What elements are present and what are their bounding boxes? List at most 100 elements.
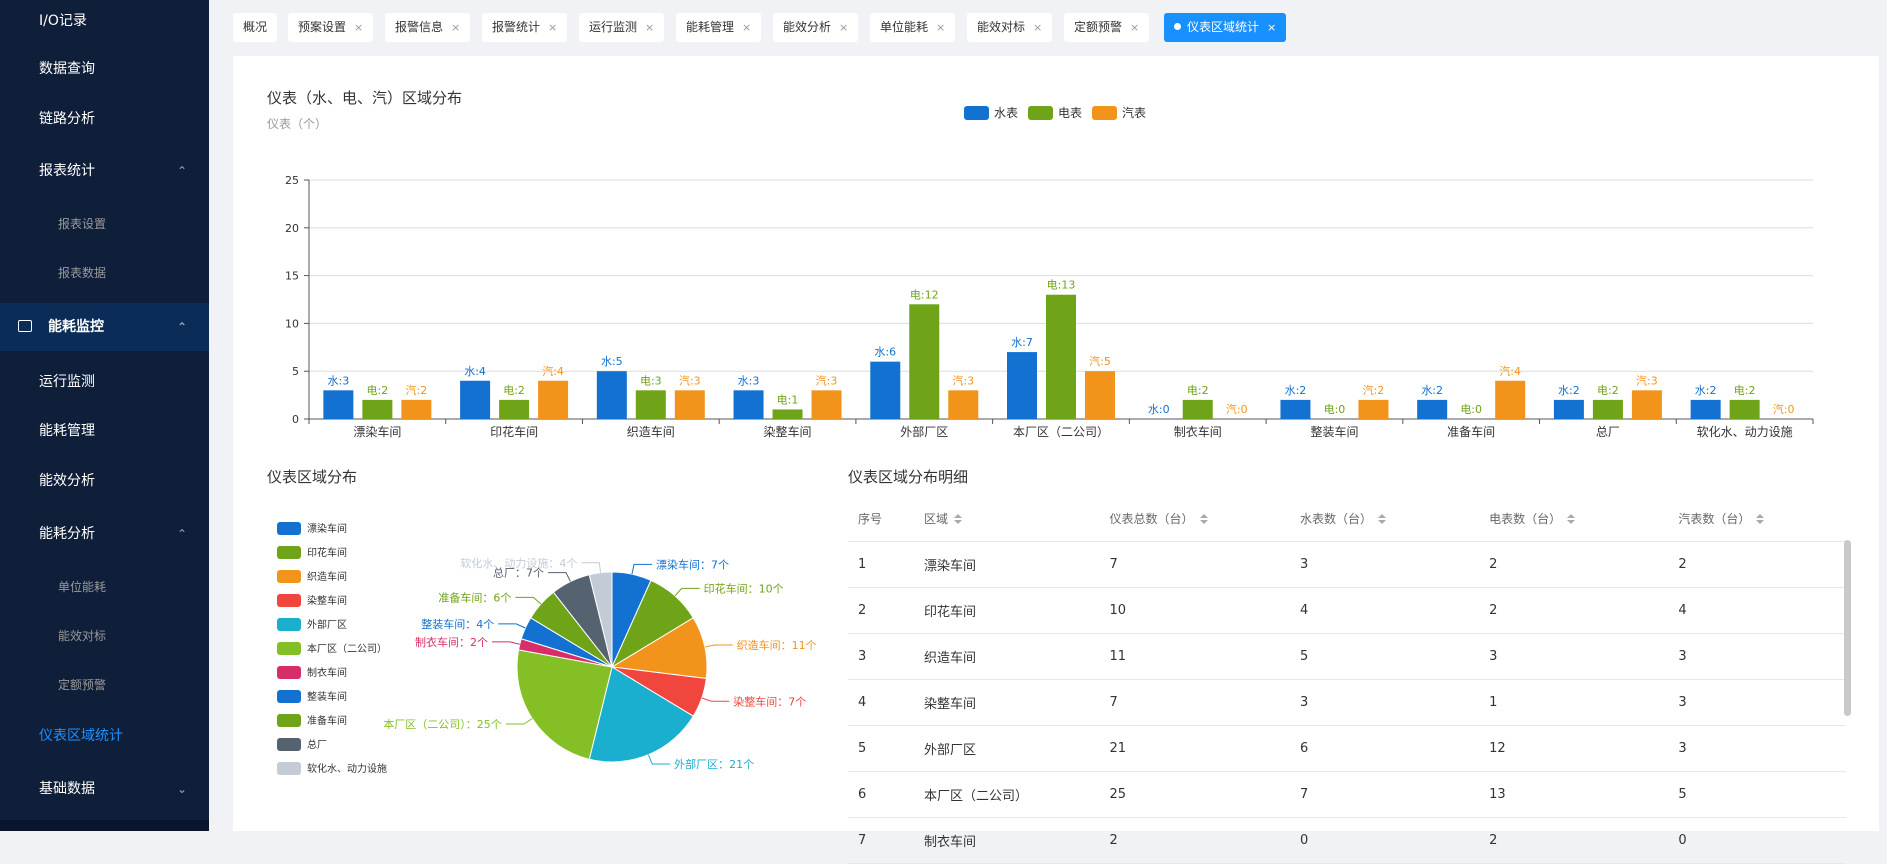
column-header-label: 水表数（台） [1300,511,1373,526]
bar[interactable] [460,380,491,419]
bar[interactable] [674,390,705,419]
y-tick-label: 10 [285,317,299,330]
bar[interactable] [499,399,530,419]
pie-chart-legend[interactable]: 漂染车间 印花车间 织造车间 染整车间 外部厂区 本厂区（二公司） 制衣车间 整装车间 准备车间… [277,522,387,786]
bar-data-label: 汽:2 [406,383,428,397]
bar[interactable] [870,361,901,419]
bar[interactable] [635,390,666,419]
bar[interactable] [596,371,627,419]
bar[interactable] [1007,352,1037,419]
sidebar-item-label: 单位能耗 [58,580,107,594]
table-row[interactable]: 7 制衣车间 2 0 2 0 [848,817,1846,864]
column-header[interactable]: 汽表数（台） [1668,495,1846,542]
bar[interactable] [401,399,432,419]
legend-item[interactable]: 准备车间 [277,714,387,738]
column-header[interactable]: 区域 [914,495,1100,542]
legend-swatch [277,618,301,631]
bar[interactable] [323,390,354,419]
legend-item[interactable]: 漂染车间 [277,522,387,546]
bar[interactable] [1553,399,1584,419]
bar[interactable] [1085,371,1115,419]
bar[interactable] [1690,399,1721,419]
bar-data-label: 电:0 [1460,403,1482,416]
table-cell: 1 [1479,679,1669,726]
table-cell: 漂染车间 [914,541,1100,588]
bar[interactable] [772,409,803,419]
bar[interactable] [1631,390,1662,419]
bar[interactable] [1182,399,1213,419]
legend-item[interactable]: 总厂 [277,738,387,762]
legend-item[interactable]: 整装车间 [277,690,387,714]
pie-chart: 漂染车间：7个印花车间：10个织造车间：11个染整车间：7个外部厂区：21个 本厂… [383,556,816,771]
table-title: 仪表区域分布明细 [848,468,969,486]
bar-data-label: 水:0 [1148,403,1170,416]
table-cell: 6 [1290,725,1480,772]
table-row[interactable]: 6 本厂区（二公司） 25 7 13 5 [848,771,1846,818]
sidebar-item-label: 仪表区域统计 [39,728,123,744]
bar[interactable] [1046,294,1076,419]
column-header[interactable]: 电表数（台） [1479,495,1669,542]
legend-label: 总厂 [307,740,327,751]
table-cell: 3 [1668,633,1846,680]
bar[interactable] [1729,399,1760,419]
sidebar-item[interactable]: 单位能耗 [0,563,209,611]
sort-icon[interactable] [1378,514,1387,524]
legend-item[interactable]: 织造车间 [277,570,387,594]
sidebar-item[interactable]: 能耗分析 ⌃ [0,510,209,558]
legend-item[interactable]: 染整车间 [277,594,387,618]
sort-icon[interactable] [1567,514,1576,524]
table-row[interactable]: 1 漂染车间 7 3 2 2 [848,541,1846,588]
bar[interactable] [948,390,979,419]
pie-label-line [515,596,542,605]
bar[interactable] [1280,399,1311,419]
pie-label-line [581,562,602,573]
bar[interactable] [811,390,842,419]
legend-item[interactable]: 外部厂区 [277,618,387,642]
sidebar-item[interactable]: 能效对标 [0,612,209,660]
table-cell: 21 [1099,725,1290,772]
bar[interactable] [733,390,764,419]
table-cell: 6 [848,771,915,818]
sort-icon[interactable] [1199,514,1208,524]
table-cell: 外部厂区 [914,725,1100,772]
sort-icon[interactable] [1756,514,1765,524]
bar[interactable] [1358,399,1389,419]
legend-item[interactable]: 制衣车间 [277,666,387,690]
pie-data-label: 制衣车间：2个 [415,635,488,649]
column-header-label: 区域 [924,511,949,526]
sidebar-item[interactable]: 基础数据 ⌄ [0,765,209,813]
bar-data-label: 电:2 [503,384,525,397]
pie-data-label: 漂染车间：7个 [656,557,729,571]
bar-data-label: 水:3 [738,374,760,387]
pie-data-label: 外部厂区：21个 [674,757,754,771]
legend-item[interactable]: 本厂区（二公司） [277,642,387,666]
column-header[interactable]: 水表数（台） [1290,495,1480,542]
legend-item[interactable]: 印花车间 [277,546,387,570]
table-cell: 3 [1290,541,1480,588]
detail-table: 序号 区域 仪表总数（台） 水表数（台） 电表数（台） 汽表数（台） 1 漂染车间 7 3 2 2 2… [848,495,1846,864]
sidebar-item[interactable]: 仪表区域统计 [0,712,209,760]
bar-data-label: 汽:3 [952,373,974,387]
column-header-label: 序号 [858,511,883,526]
sort-icon[interactable] [954,514,963,524]
sidebar-item[interactable]: 定额预警 [0,661,209,709]
pie-label-line [704,644,733,648]
legend-item[interactable]: 软化水、动力设施 [277,762,387,786]
table-scrollbar[interactable] [1844,540,1851,716]
column-header[interactable]: 仪表总数（台） [1099,495,1290,542]
table-cell: 0 [1668,817,1846,864]
bar[interactable] [1592,399,1623,419]
table-row[interactable]: 4 染整车间 7 3 1 3 [848,679,1846,726]
sidebar-item[interactable]: 能效分析 [0,457,209,505]
bar[interactable] [909,304,940,419]
bar[interactable] [538,380,569,419]
table-row[interactable]: 3 织造车间 11 5 3 3 [848,633,1846,680]
pie-data-label: 准备车间：6个 [438,590,511,604]
bar[interactable] [1417,399,1448,419]
bar[interactable] [362,399,393,419]
bar[interactable] [1495,380,1526,419]
table-row[interactable]: 5 外部厂区 21 6 12 3 [848,725,1846,772]
sidebar-item-label: 基础数据 [39,781,95,797]
table-row[interactable]: 2 印花车间 10 4 2 4 [848,587,1846,634]
y-tick-label: 20 [285,222,299,235]
